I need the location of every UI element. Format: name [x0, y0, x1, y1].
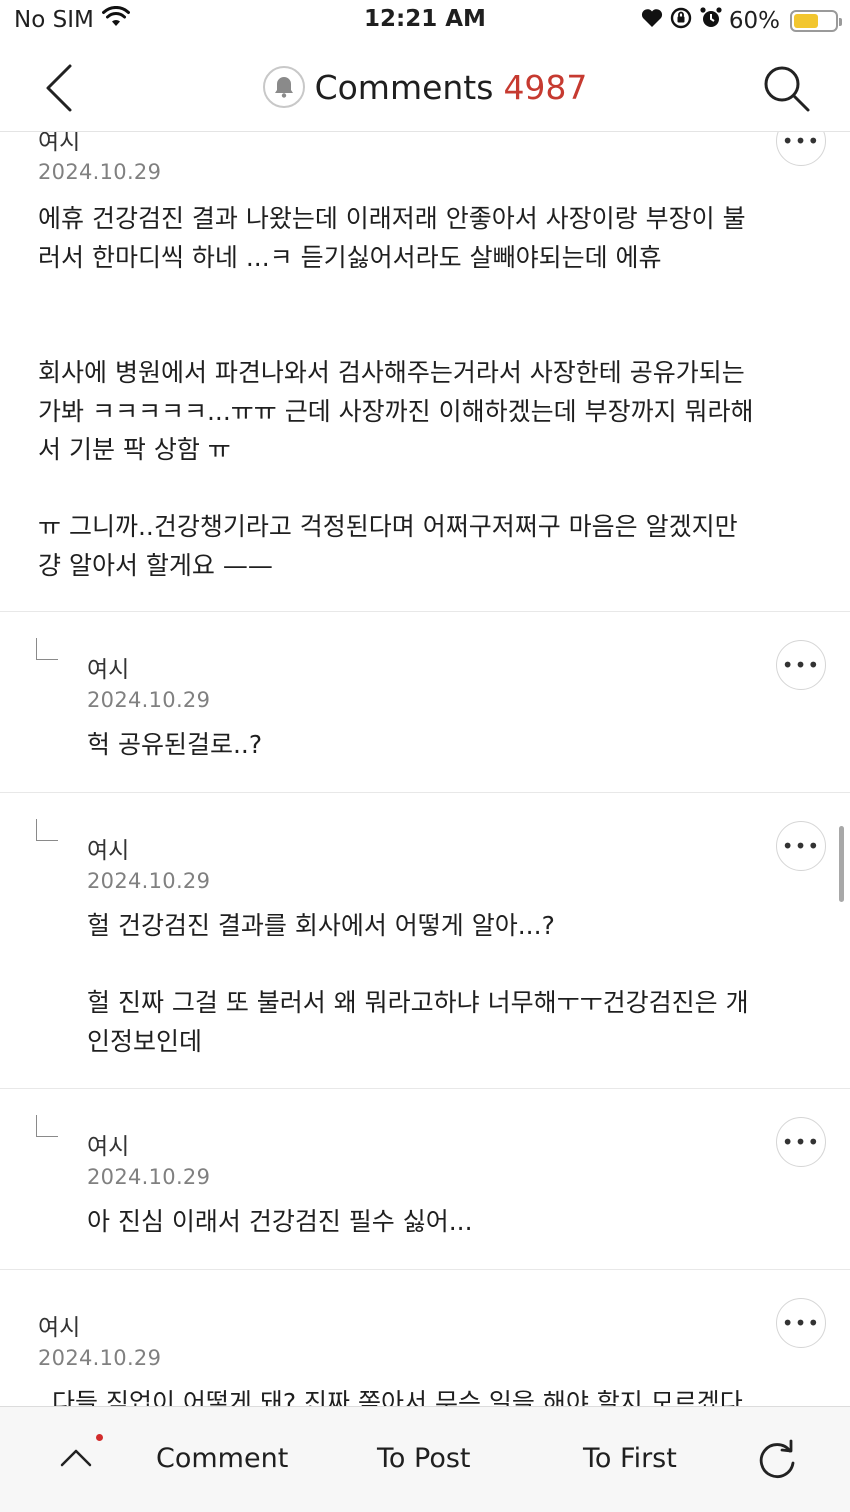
title-text: Comments	[314, 67, 494, 107]
comment-body: 아 진심 이래서 건강검진 필수 싫어...	[87, 1207, 473, 1236]
comment-date: 2024.10.29	[38, 160, 162, 184]
battery-icon	[790, 10, 842, 32]
orientation-lock-icon	[669, 6, 693, 36]
comment-body: 헉 공유된걸로..?	[87, 730, 263, 759]
search-icon	[764, 66, 810, 112]
more-icon: •••	[781, 834, 821, 858]
to-first-button[interactable]: To First	[583, 1443, 677, 1474]
comment-date: 2024.10.29	[87, 869, 211, 893]
more-icon: •••	[781, 1311, 821, 1335]
comment-author: 여시	[87, 838, 130, 864]
refresh-button[interactable]	[754, 1437, 800, 1483]
comment-body: 다들 직업이 어떻게 돼? 진짜 쫒아서 무슨 일을 해야 할지 모르겠다	[52, 1388, 743, 1406]
comment-date: 2024.10.29	[87, 688, 211, 712]
comment-author: 여시	[38, 132, 81, 155]
comment-count: 4987	[503, 67, 588, 107]
comment-reply-item: 여시 2024.10.29 ••• 아 진심 이래서 건강검진 필수 싫어...	[0, 1089, 850, 1270]
comment-button[interactable]: Comment	[156, 1443, 288, 1474]
comment-list[interactable]: 여시 2024.10.29 ••• 에휴 건강검진 결과 나왔는데 이래저래 안…	[0, 132, 850, 1406]
battery-level	[794, 14, 818, 28]
status-right: 60%	[641, 6, 842, 36]
more-icon: •••	[781, 1130, 821, 1154]
search-button[interactable]	[758, 60, 814, 116]
status-bar: No SIM 12:21 AM 60%	[0, 0, 850, 44]
more-options-button[interactable]: •••	[776, 640, 826, 690]
reply-arrow-icon	[36, 638, 58, 660]
comment-body: 헐 건강검진 결과를 회사에서 어떻게 알아...? 헐 진짜 그걸 또 불러서…	[87, 911, 749, 1056]
heart-icon	[641, 8, 663, 34]
comment-item: 여시 2024.10.29 ••• 에휴 건강검진 결과 나왔는데 이래저래 안…	[0, 132, 850, 612]
scrollbar[interactable]	[839, 826, 844, 902]
chevron-up-icon	[60, 1449, 92, 1467]
reply-arrow-icon	[36, 1115, 58, 1137]
bell-icon[interactable]	[262, 66, 305, 108]
more-options-button[interactable]: •••	[776, 1298, 826, 1348]
more-options-button[interactable]: •••	[776, 821, 826, 871]
to-post-button[interactable]: To Post	[377, 1443, 471, 1474]
more-options-button[interactable]: •••	[776, 1117, 826, 1167]
battery-percent: 60%	[728, 8, 780, 34]
more-icon: •••	[781, 653, 821, 677]
comment-reply-item: 여시 2024.10.29 ••• 헉 공유된걸로..?	[0, 612, 850, 793]
comment-author: 여시	[87, 1134, 130, 1160]
comment-date: 2024.10.29	[87, 1165, 211, 1189]
comment-date: 2024.10.29	[38, 1346, 162, 1370]
comment-item: 여시 2024.10.29 ••• 다들 직업이 어떻게 돼? 진짜 쫒아서 무…	[0, 1270, 850, 1406]
bottom-toolbar: Comment To Post To First	[0, 1406, 850, 1512]
battery-cap	[839, 18, 842, 26]
comment-body: 에휴 건강검진 결과 나왔는데 이래저래 안좋아서 사장이랑 부장이 불 러서 …	[38, 204, 754, 580]
notification-dot	[96, 1434, 103, 1441]
page-title: Comments 4987	[0, 66, 850, 108]
refresh-icon	[759, 1439, 795, 1478]
navigation-bar: Comments 4987	[0, 44, 850, 132]
reply-arrow-icon	[36, 819, 58, 841]
comment-reply-item: 여시 2024.10.29 ••• 헐 건강검진 결과를 회사에서 어떻게 알아…	[0, 793, 850, 1089]
comment-author: 여시	[38, 1315, 81, 1341]
more-icon: •••	[781, 132, 821, 153]
scroll-up-button[interactable]	[54, 1435, 98, 1479]
comment-author: 여시	[87, 657, 130, 683]
alarm-icon	[699, 6, 723, 36]
more-options-button[interactable]: •••	[776, 132, 826, 166]
